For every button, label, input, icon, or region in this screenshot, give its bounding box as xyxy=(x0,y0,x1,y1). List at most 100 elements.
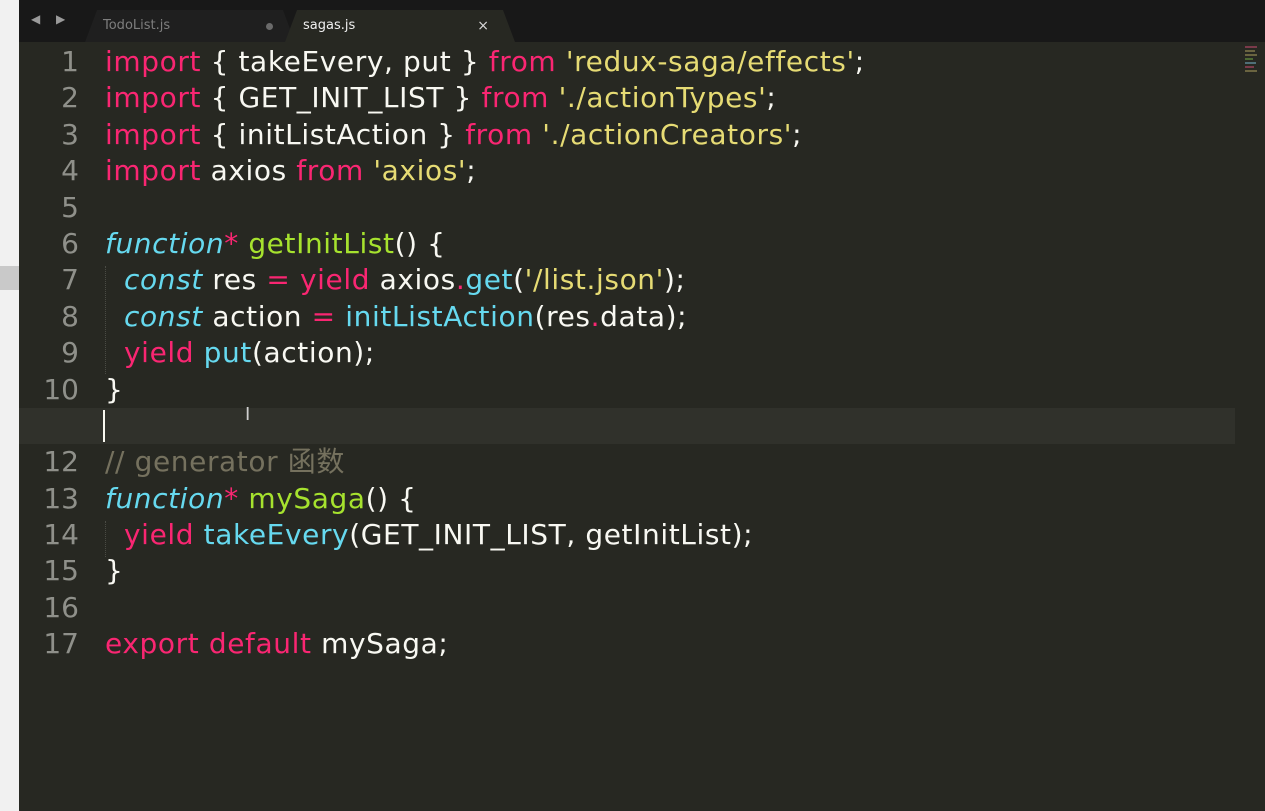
line-number[interactable]: 10 xyxy=(19,372,83,408)
code-token: axios xyxy=(201,154,297,188)
code-token: ; xyxy=(766,81,777,115)
ibeam-cursor-icon: I xyxy=(245,404,251,425)
line-number[interactable]: 7 xyxy=(19,262,83,298)
code-token: const xyxy=(124,299,203,333)
code-line[interactable]: // generator 函数 xyxy=(105,444,1235,480)
line-number-gutter[interactable]: 1234567891011121314151617 xyxy=(19,44,83,663)
code-token: () { xyxy=(365,481,417,515)
code-token: function xyxy=(105,226,225,260)
code-token: from xyxy=(465,117,533,151)
tab-label: TodoList.js xyxy=(103,18,171,33)
code-line[interactable]: import { initListAction } from './action… xyxy=(105,117,1235,153)
code-editor[interactable]: 1234567891011121314151617 import { takeE… xyxy=(19,42,1265,811)
code-line[interactable]: const res = yield axios.get('/list.json'… xyxy=(105,262,1235,298)
line-number[interactable]: 9 xyxy=(19,335,83,371)
code-token: (GET_INIT_LIST, getInitList); xyxy=(349,518,754,552)
code-token: res xyxy=(202,263,267,297)
line-number[interactable]: 4 xyxy=(19,153,83,189)
code-line[interactable]: function* mySaga() { xyxy=(105,481,1235,517)
line-number[interactable]: 17 xyxy=(19,626,83,662)
line-number[interactable]: 13 xyxy=(19,481,83,517)
code-token: import xyxy=(105,154,202,188)
unsaved-dot-icon[interactable] xyxy=(266,23,273,30)
tab-todolist[interactable]: TodoList.js xyxy=(85,10,295,42)
code-token: ( xyxy=(513,263,525,297)
code-line[interactable] xyxy=(105,190,1235,226)
code-line[interactable]: import { GET_INIT_LIST } from './actionT… xyxy=(105,80,1235,116)
tab-label: sagas.js xyxy=(303,18,356,33)
code-line[interactable]: } xyxy=(105,553,1235,589)
code-line[interactable]: import { takeEvery, put } from 'redux-sa… xyxy=(105,44,1235,80)
code-token: . xyxy=(455,263,466,297)
code-line[interactable]: yield put(action); xyxy=(105,335,1235,371)
tab-sagas[interactable]: sagas.js × xyxy=(285,10,515,42)
code-token: import xyxy=(105,45,202,78)
text-caret xyxy=(103,410,105,442)
code-token: function xyxy=(105,481,225,515)
line-number[interactable]: 12 xyxy=(19,444,83,480)
code-line[interactable] xyxy=(19,407,1235,445)
code-token: action xyxy=(202,299,312,333)
code-token: '/list.json' xyxy=(524,263,664,297)
code-token: ; xyxy=(792,117,803,151)
code-token: export xyxy=(105,627,200,661)
line-number[interactable]: 15 xyxy=(19,553,83,589)
close-icon[interactable]: × xyxy=(477,10,489,42)
line-number[interactable]: 2 xyxy=(19,80,83,116)
code-area[interactable]: import { takeEvery, put } from 'redux-sa… xyxy=(19,44,1235,663)
code-token: const xyxy=(124,263,203,297)
line-number[interactable]: 14 xyxy=(19,517,83,553)
code-line[interactable]: import axios from 'axios'; xyxy=(105,153,1235,189)
code-token: yield xyxy=(124,518,195,552)
minimap[interactable] xyxy=(1245,46,1259,82)
line-number[interactable]: 3 xyxy=(19,117,83,153)
code-token: yield xyxy=(299,263,371,297)
code-token: ; xyxy=(854,45,865,78)
code-token: put xyxy=(203,336,252,370)
code-line[interactable]: export default mySaga; xyxy=(105,626,1235,662)
code-token: import xyxy=(105,81,202,115)
code-line[interactable]: function* getInitList() { xyxy=(105,226,1235,262)
line-number[interactable]: 8 xyxy=(19,299,83,335)
code-token: './actionCreators' xyxy=(542,117,793,151)
left-panel-strip xyxy=(0,0,19,811)
code-line[interactable]: } xyxy=(105,372,1235,408)
code-token: (action); xyxy=(251,336,375,370)
code-token: mySaga xyxy=(248,481,366,515)
code-token: { GET_INIT_LIST } xyxy=(201,81,482,115)
line-number[interactable]: 5 xyxy=(19,190,83,226)
line-number[interactable]: 1 xyxy=(19,44,83,80)
code-token: axios xyxy=(370,263,456,297)
code-token: from xyxy=(488,45,557,78)
code-token: ; xyxy=(466,154,477,188)
code-line[interactable]: yield takeEvery(GET_INIT_LIST, getInitLi… xyxy=(105,517,1235,553)
tab-bar: ◀ ▶ TodoList.js sagas.js × xyxy=(19,0,1265,42)
code-line[interactable]: const action = initListAction(res.data); xyxy=(105,299,1235,335)
tab-nav-arrows-icon[interactable]: ◀ ▶ xyxy=(31,12,71,26)
code-token: takeEvery xyxy=(203,518,350,552)
line-number[interactable]: 6 xyxy=(19,226,83,262)
line-number[interactable]: 16 xyxy=(19,590,83,626)
code-token: = xyxy=(266,263,291,297)
code-token: } xyxy=(105,372,124,406)
code-token: from xyxy=(296,154,364,188)
code-token: from xyxy=(481,81,550,115)
code-token: yield xyxy=(124,336,195,370)
code-token: * xyxy=(224,481,239,515)
code-token: data); xyxy=(600,299,688,333)
code-line[interactable] xyxy=(105,590,1235,626)
code-token: { takeEvery, put } xyxy=(201,45,489,78)
code-token: 'axios' xyxy=(373,154,467,188)
